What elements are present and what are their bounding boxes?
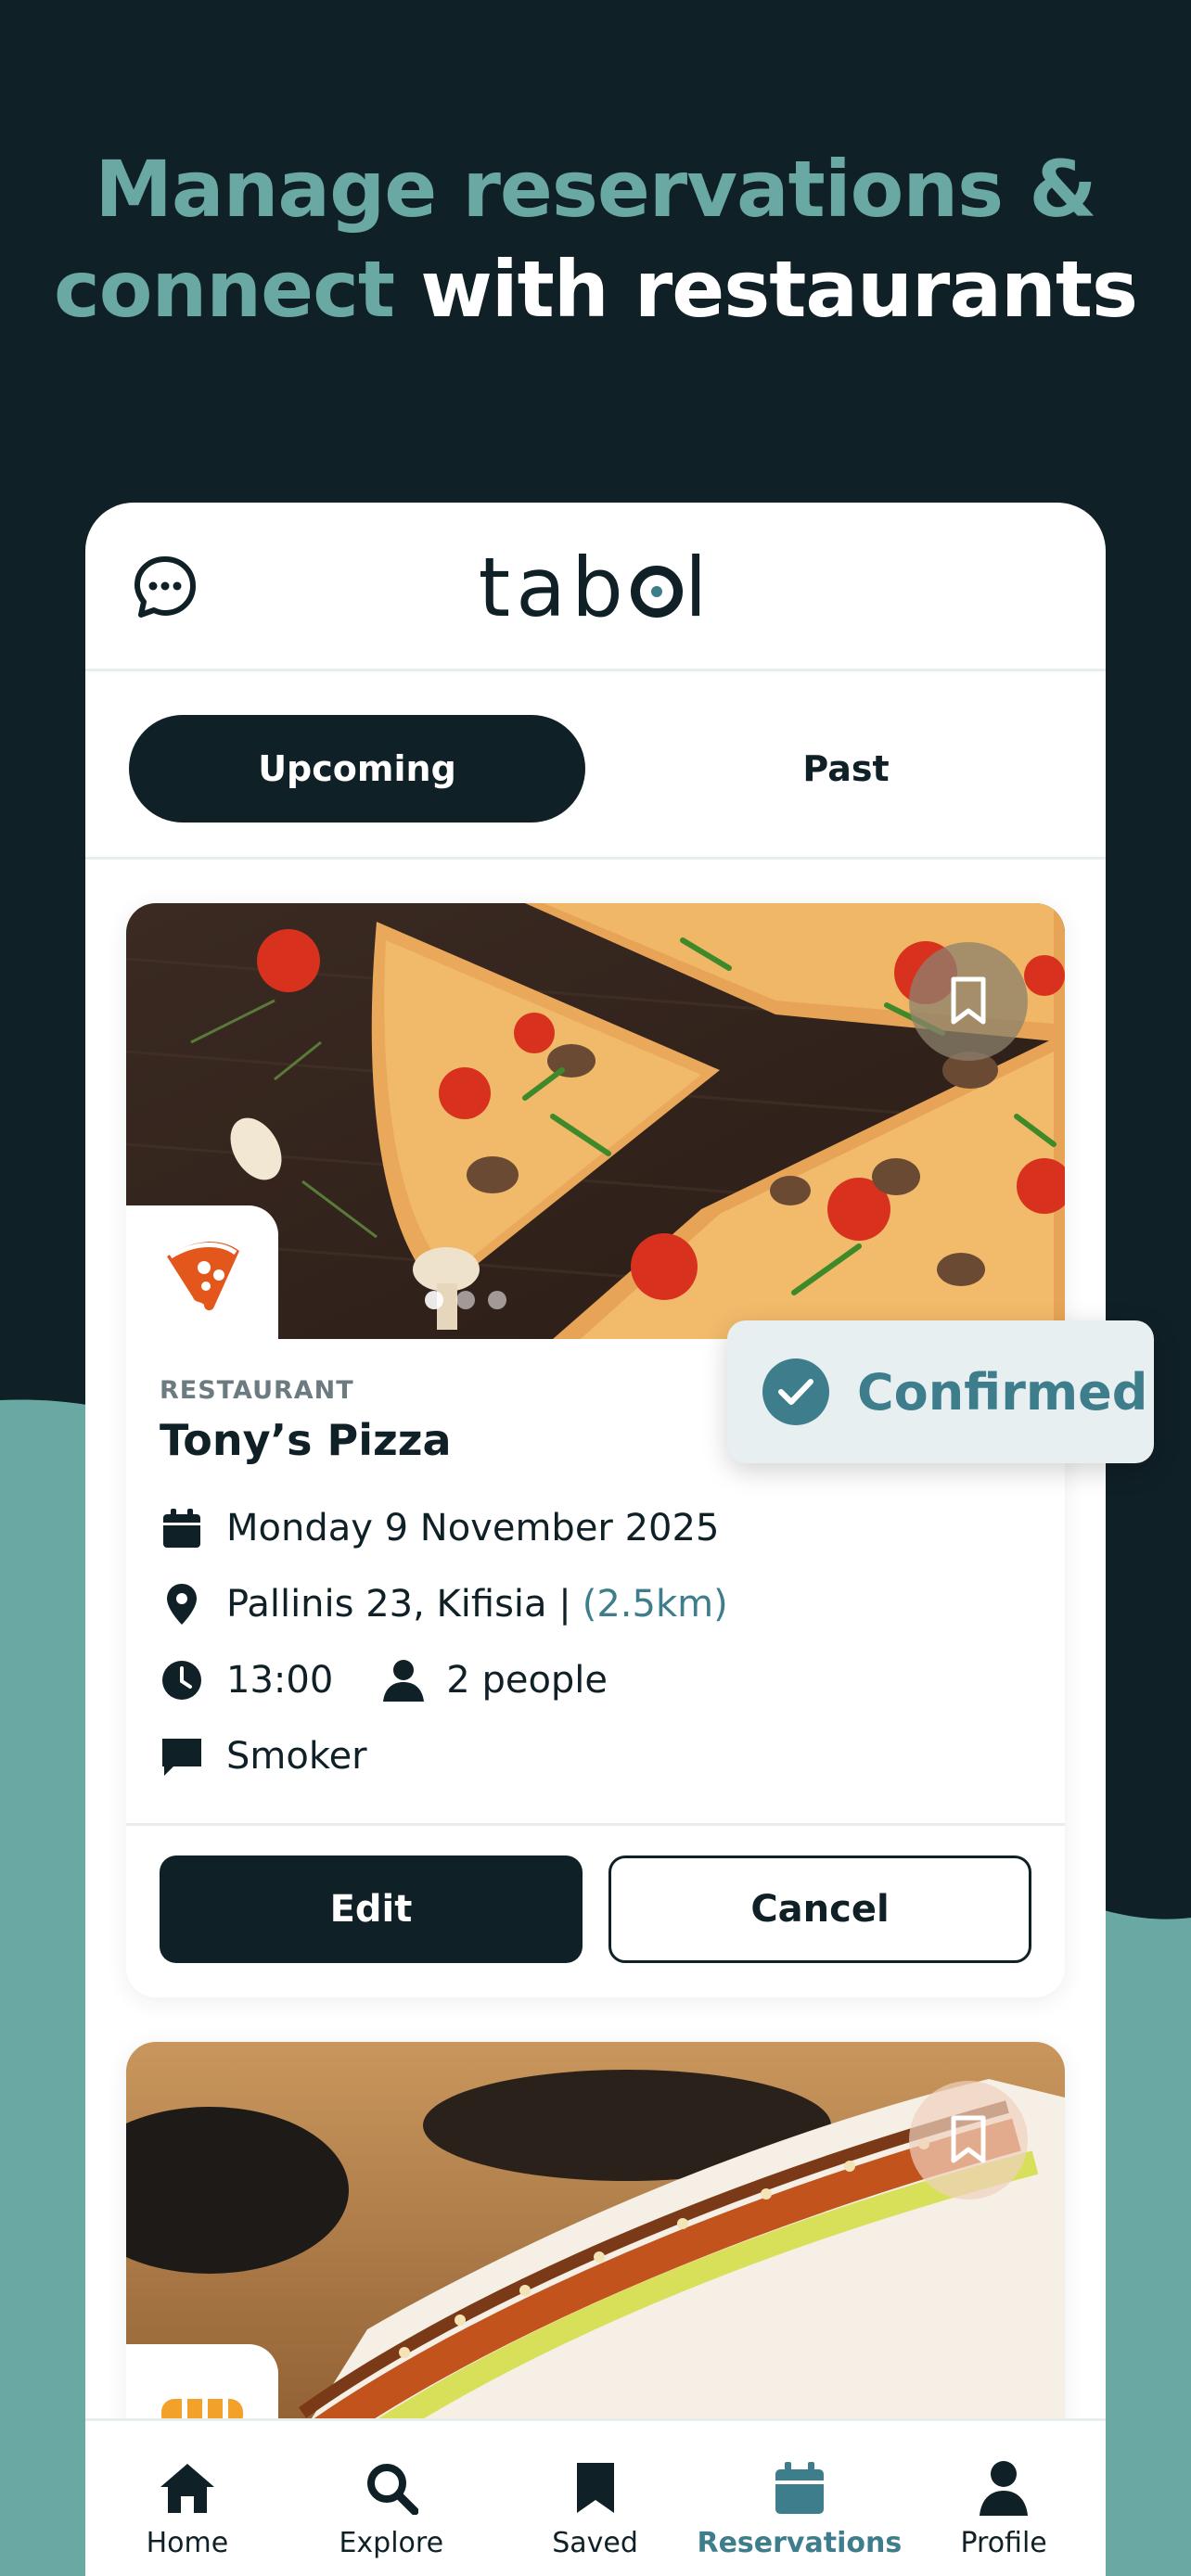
location-pin-icon <box>160 1582 204 1626</box>
carousel-dot[interactable] <box>425 1291 443 1309</box>
person-icon <box>381 1658 426 1702</box>
bookmark-icon <box>566 2458 625 2518</box>
headline: Manage reservations & connect with resta… <box>0 139 1191 339</box>
reservation-time: 13:00 <box>226 1659 334 1702</box>
tab-past[interactable]: Past <box>618 715 1074 823</box>
home-icon <box>158 2458 217 2518</box>
tab-upcoming[interactable]: Upcoming <box>129 715 585 823</box>
nav-label: Profile <box>960 2527 1047 2559</box>
nav-label: Explore <box>339 2527 444 2559</box>
bookmark-icon <box>951 976 986 1025</box>
user-icon <box>974 2458 1033 2518</box>
reservation-address: Pallinis 23, Kifisia | <box>226 1583 571 1626</box>
edit-button[interactable]: Edit <box>160 1855 583 1963</box>
card-divider <box>126 1823 1065 1826</box>
bookmark-button[interactable] <box>909 942 1028 1061</box>
calendar-icon <box>770 2458 829 2518</box>
nav-item-explore[interactable]: Explore <box>289 2421 493 2576</box>
reservation-time-row: 13:00 2 people <box>160 1658 608 1702</box>
reservation-people: 2 people <box>446 1659 608 1702</box>
reservation-note: Smoker <box>226 1735 367 1778</box>
search-icon <box>362 2458 421 2518</box>
pizza-icon <box>167 1242 239 1311</box>
reservation-card[interactable] <box>126 2042 1065 2450</box>
phone-screen: tab l Upcoming Past RESTAURANT Tony’s Pi… <box>85 503 1106 2576</box>
category-badge <box>126 1205 278 1341</box>
nav-item-home[interactable]: Home <box>85 2421 289 2576</box>
status-text: Confirmed <box>857 1362 1148 1422</box>
app-logo: tab l <box>85 540 1106 635</box>
reservation-date-row: Monday 9 November 2025 <box>160 1506 719 1550</box>
nav-label: Home <box>146 2527 229 2559</box>
nav-item-saved[interactable]: Saved <box>493 2421 698 2576</box>
category-label: RESTAURANT <box>160 1376 354 1405</box>
reservation-address-row: Pallinis 23, Kifisia | (2.5km) <box>160 1582 728 1626</box>
reservation-note-row: Smoker <box>160 1734 367 1779</box>
calendar-icon <box>160 1506 204 1550</box>
nav-item-profile[interactable]: Profile <box>902 2421 1106 2576</box>
checkmark-icon <box>762 1358 829 1425</box>
logo-text-end: l <box>684 540 713 635</box>
carousel-dots[interactable] <box>425 1291 506 1309</box>
nav-label: Reservations <box>697 2527 903 2559</box>
app-header: tab l <box>85 503 1106 671</box>
restaurant-name[interactable]: Tony’s Pizza <box>160 1415 452 1465</box>
cancel-button[interactable]: Cancel <box>608 1855 1031 1963</box>
bookmark-icon <box>951 2115 986 2163</box>
carousel-dot[interactable] <box>456 1291 475 1309</box>
bookmark-button[interactable] <box>909 2081 1028 2200</box>
headline-line-2: with restaurants <box>420 244 1138 335</box>
reservation-tabs: Upcoming Past <box>85 674 1106 860</box>
comment-icon <box>160 1734 204 1779</box>
carousel-dot[interactable] <box>488 1291 506 1309</box>
logo-text-start: tab <box>478 540 629 635</box>
headline-accent-word: connect <box>54 244 395 335</box>
reservation-party: 2 people <box>381 1658 608 1702</box>
reservation-date: Monday 9 November 2025 <box>226 1507 720 1549</box>
nav-item-reservations[interactable]: Reservations <box>697 2421 902 2576</box>
nav-label: Saved <box>552 2527 638 2559</box>
headline-line-1: Manage reservations & <box>95 144 1096 235</box>
clock-icon <box>160 1658 204 1702</box>
reservation-distance[interactable]: (2.5km) <box>583 1583 728 1626</box>
status-badge: Confirmed <box>727 1320 1154 1463</box>
bottom-nav: Home Explore Saved Reservations Profile <box>85 2418 1106 2576</box>
logo-o-icon <box>630 566 683 618</box>
